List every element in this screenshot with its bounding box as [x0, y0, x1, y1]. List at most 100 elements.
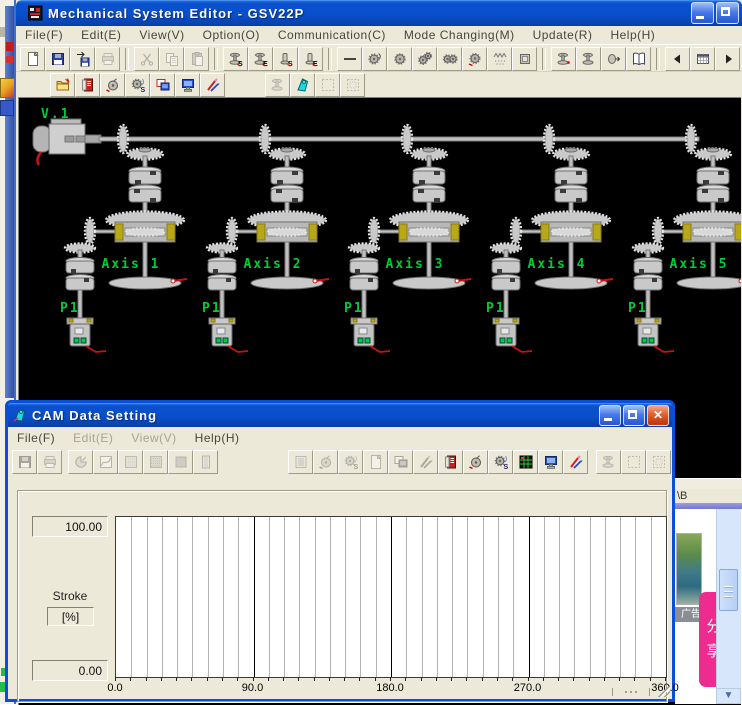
menu-item-option[interactable]: Option(O) — [194, 28, 269, 42]
press-output-button[interactable] — [551, 47, 576, 71]
minimize-button[interactable] — [691, 2, 714, 24]
data-grid-button[interactable] — [690, 47, 715, 71]
axis-tick — [436, 677, 437, 681]
press-plain-button[interactable] — [576, 47, 601, 71]
svg-text:S: S — [140, 87, 145, 93]
axis-tick — [130, 677, 131, 681]
axis-tick — [191, 677, 192, 681]
shade-view-a-button — [118, 450, 143, 474]
axis-tick — [344, 677, 345, 681]
tools-icon — [568, 454, 584, 470]
catalog-button[interactable] — [626, 47, 651, 71]
copy-icon — [164, 51, 180, 67]
tool-edit-button — [413, 450, 438, 474]
arrow-right-icon — [720, 51, 736, 67]
axis-end-button[interactable]: E — [298, 47, 323, 71]
cam-data-button[interactable] — [463, 450, 488, 474]
svg-text:E: E — [313, 61, 318, 67]
menu-item-help[interactable]: Help(H) — [186, 431, 249, 445]
menu-item-help[interactable]: Help(H) — [601, 28, 664, 42]
menu-item-file[interactable]: File(F) — [16, 28, 72, 42]
prev-view-button[interactable] — [665, 47, 690, 71]
menu-item-edit[interactable]: Edit(E) — [72, 28, 130, 42]
axis-tick — [558, 677, 559, 681]
axis-tick — [390, 677, 391, 681]
minor-gridline — [483, 517, 484, 677]
gear-left-button[interactable] — [387, 47, 412, 71]
maximize-button[interactable] — [716, 2, 739, 24]
new-file-button[interactable] — [20, 47, 45, 71]
line-icon — [342, 51, 358, 67]
menu-item-file[interactable]: File(F) — [8, 431, 64, 445]
cam-close-button[interactable]: ✕ — [647, 405, 669, 426]
tool-setting-button[interactable] — [563, 450, 588, 474]
cam-curve-plot[interactable] — [115, 516, 667, 678]
monitor-display-button[interactable] — [175, 73, 200, 97]
cam-toolbar-group — [12, 450, 62, 474]
main-titlebar[interactable]: Mechanical System Editor - GSV22P — [16, 0, 742, 26]
minor-gridline — [208, 517, 209, 677]
app-icon — [28, 5, 44, 21]
axis-tick — [665, 677, 666, 681]
tool-setting-button[interactable] — [200, 73, 225, 97]
cam-titlebar[interactable]: CAM Data Setting ✕ — [8, 403, 672, 427]
gear-right-button[interactable] — [412, 47, 437, 71]
sprocket-setting-button[interactable]: S — [488, 450, 513, 474]
scroll-down-button[interactable]: ▼ — [716, 688, 741, 704]
toolbar-separator — [214, 48, 218, 70]
machine-label: Axis 5 — [670, 257, 729, 272]
data-list-button[interactable] — [75, 73, 100, 97]
minor-gridline — [162, 517, 163, 677]
minor-gridline — [422, 517, 423, 677]
gear-hook-button[interactable] — [362, 47, 387, 71]
axis-tick — [283, 677, 284, 681]
copy-button — [159, 47, 184, 71]
column-icon — [198, 454, 214, 470]
copy-screen-icon — [393, 454, 409, 470]
machine-label: Axis 4 — [528, 257, 587, 272]
y-unit-box: [%] — [47, 607, 94, 626]
minor-gridline — [620, 517, 621, 677]
gear-pair-button[interactable] — [437, 47, 462, 71]
cam-end-button[interactable]: E — [248, 47, 273, 71]
data-table-button[interactable] — [513, 450, 538, 474]
gear-one-icon — [392, 51, 408, 67]
axis-start-button[interactable]: S — [273, 47, 298, 71]
minor-gridline — [590, 517, 591, 677]
cam-maximize-button[interactable] — [623, 405, 645, 426]
scrollbar-thumb[interactable] — [719, 569, 738, 611]
screen-copy-button[interactable] — [150, 73, 175, 97]
menu-item-communication[interactable]: Communication(C) — [269, 28, 395, 42]
block-button[interactable] — [512, 47, 537, 71]
x-tick-label: 180.0 — [376, 682, 404, 694]
cam-minimize-button[interactable] — [599, 405, 621, 426]
spring-button[interactable] — [487, 47, 512, 71]
minor-gridline — [513, 517, 514, 677]
next-view-button[interactable] — [715, 47, 740, 71]
menu-item-view[interactable]: View(V) — [130, 28, 193, 42]
tools-icon — [418, 454, 434, 470]
open-project-button[interactable] — [50, 73, 75, 97]
rotary-output-button[interactable] — [601, 47, 626, 71]
list-icon — [293, 454, 309, 470]
data-list-button[interactable] — [438, 450, 463, 474]
resize-grip[interactable] — [658, 685, 670, 697]
minor-gridline — [131, 517, 132, 677]
monitor-display-button[interactable] — [538, 450, 563, 474]
save-button[interactable] — [45, 47, 70, 71]
axis-tick — [528, 677, 529, 681]
svg-text:E: E — [263, 61, 268, 67]
cam-edit-button[interactable] — [290, 73, 315, 97]
machine-label: P1 — [344, 301, 364, 316]
gear-mark-button[interactable] — [462, 47, 487, 71]
menu-item-update[interactable]: Update(R) — [524, 28, 602, 42]
press-dot-icon — [556, 51, 572, 67]
shaft-line-button[interactable] — [337, 47, 362, 71]
browser-scrollbar[interactable] — [716, 509, 741, 688]
sprocket-setting-button[interactable]: S — [125, 73, 150, 97]
cam-start-button[interactable]: S — [223, 47, 248, 71]
ad-thumbnail-image — [676, 533, 702, 605]
cam-data-button[interactable] — [100, 73, 125, 97]
menu-item-mode-changing[interactable]: Mode Changing(M) — [395, 28, 524, 42]
save-as-button[interactable] — [70, 47, 95, 71]
